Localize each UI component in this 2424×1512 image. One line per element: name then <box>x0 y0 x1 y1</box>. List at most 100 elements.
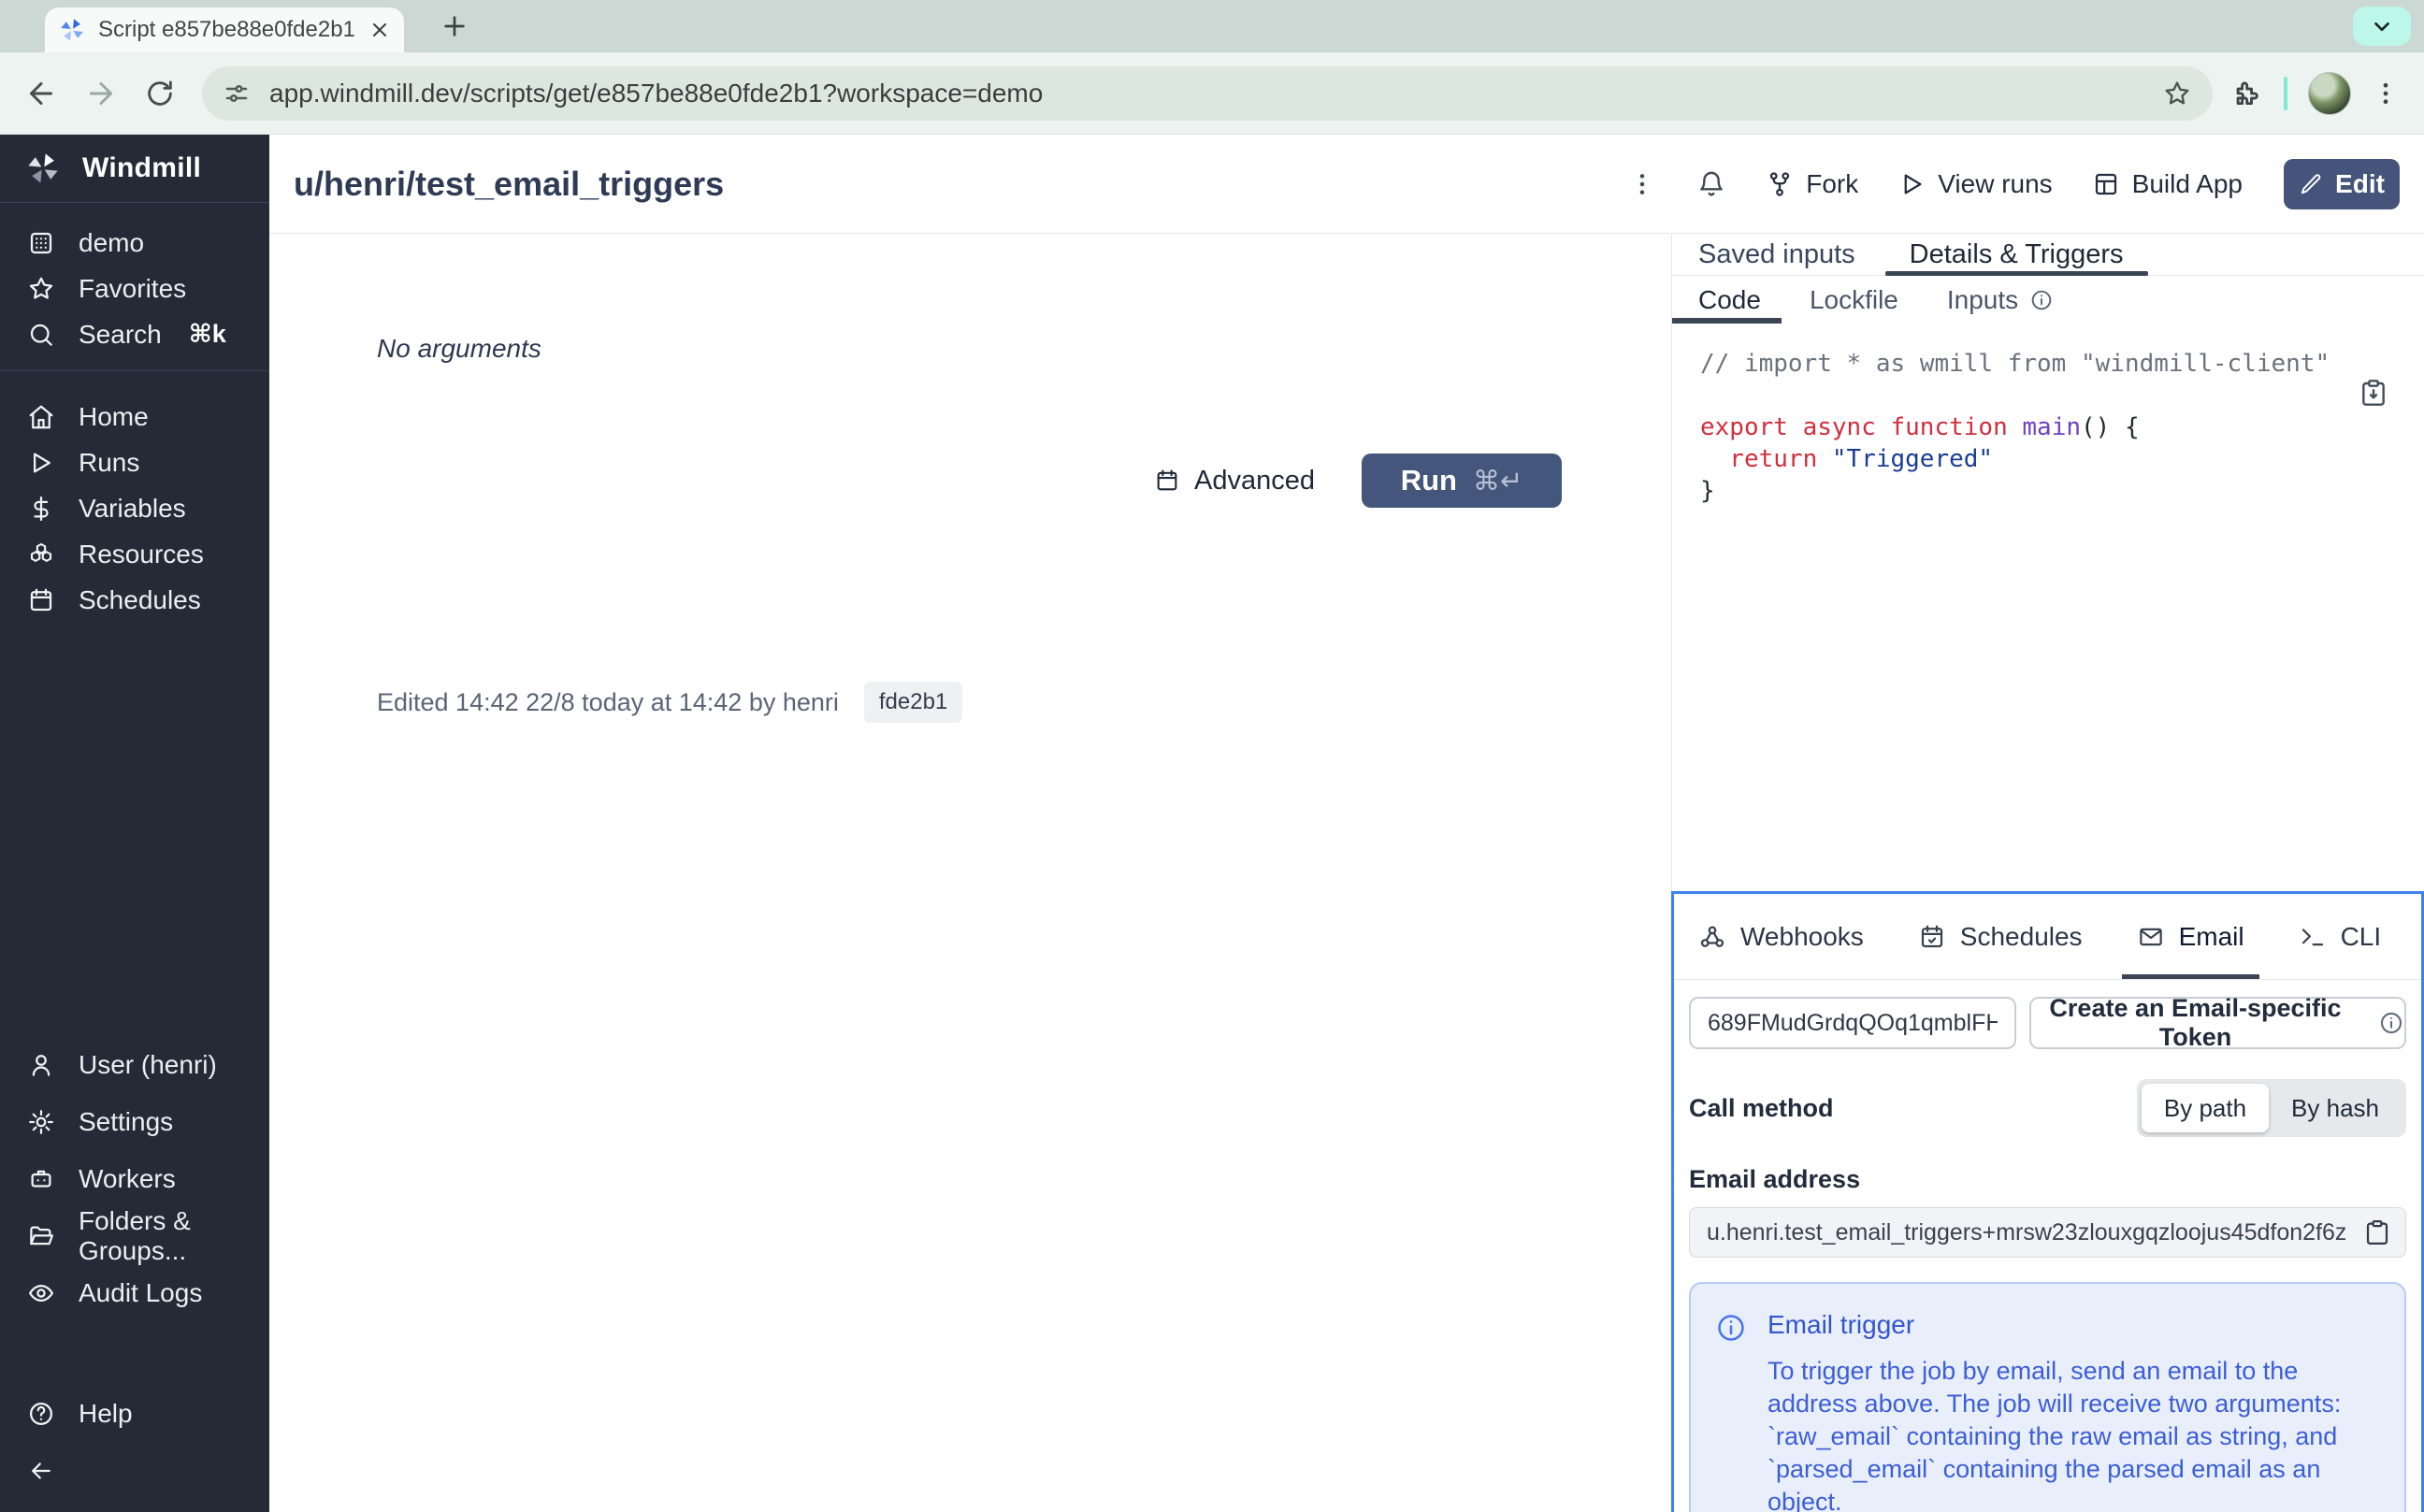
tab-email-trigger[interactable]: Email <box>2137 894 2244 979</box>
sidebar-item-label: Workers <box>79 1164 176 1194</box>
windmill-logo-icon <box>24 150 62 187</box>
tab-webhooks[interactable]: Webhooks <box>1698 894 1864 979</box>
more-menu-icon[interactable] <box>1627 169 1657 199</box>
reload-icon[interactable] <box>144 78 176 109</box>
forward-icon[interactable] <box>84 77 118 110</box>
bookmark-star-icon[interactable] <box>2162 79 2192 108</box>
sidebar-item-label: Folders & Groups... <box>79 1206 242 1266</box>
subtab-inputs[interactable]: Inputs <box>1947 276 2054 324</box>
help-icon <box>27 1400 55 1428</box>
webhook-icon <box>1698 923 1726 951</box>
sidebar-item-schedules[interactable]: Schedules <box>0 577 269 623</box>
new-tab-icon[interactable] <box>440 11 469 41</box>
sidebar-brand[interactable]: Windmill <box>0 135 269 203</box>
call-method-toggle: By path By hash <box>2137 1079 2406 1137</box>
sidebar-item-label: Resources <box>79 540 204 569</box>
run-button[interactable]: Run ⌘↵ <box>1362 454 1562 508</box>
copy-email-icon[interactable] <box>2363 1218 2391 1246</box>
page-title: u/henri/test_email_triggers <box>294 165 724 204</box>
sidebar-item-folders-groups[interactable]: Folders & Groups... <box>0 1207 269 1264</box>
mail-icon <box>2137 923 2165 951</box>
tab-cli[interactable]: CLI <box>2299 894 2382 979</box>
pencil-icon <box>2299 172 2323 196</box>
browser-tab-strip: Script e857be88e0fde2b1 | W <box>0 0 2424 52</box>
run-label: Run <box>1401 464 1457 497</box>
browser-menu-icon[interactable] <box>2372 79 2400 108</box>
sidebar-item-variables[interactable]: Variables <box>0 485 269 531</box>
advanced-button[interactable]: Advanced <box>1154 466 1315 497</box>
sidebar-item-runs[interactable]: Runs <box>0 439 269 485</box>
token-input[interactable] <box>1689 997 2016 1049</box>
tab-close-icon[interactable] <box>368 19 391 41</box>
tab-schedules-trigger[interactable]: Schedules <box>1918 894 2083 979</box>
sidebar-item-user[interactable]: User (henri) <box>0 1036 269 1093</box>
build-app-button[interactable]: Build App <box>2092 169 2243 199</box>
script-header: u/henri/test_email_triggers Fork View ru… <box>269 135 2424 234</box>
triggers-panel: Webhooks Schedules Email CLI Create an E… <box>1671 891 2424 1512</box>
sidebar-item-label: Runs <box>79 448 139 478</box>
sidebar-nav-group: Home Runs Variables Resources Schedules <box>0 370 269 636</box>
trigger-tab-label: Schedules <box>1960 922 2083 952</box>
create-email-token-button[interactable]: Create an Email-specific Token <box>2029 997 2406 1049</box>
sidebar-item-resources[interactable]: Resources <box>0 531 269 577</box>
build-app-label: Build App <box>2132 169 2243 199</box>
call-method-label: Call method <box>1689 1094 1834 1123</box>
view-runs-button[interactable]: View runs <box>1897 169 2052 199</box>
browser-tab[interactable]: Script e857be88e0fde2b1 | W <box>45 7 404 52</box>
sidebar-item-label: Audit Logs <box>79 1278 202 1308</box>
sidebar-item-audit-logs[interactable]: Audit Logs <box>0 1264 269 1321</box>
by-path-label: By path <box>2164 1094 2246 1123</box>
sidebar-item-label: Variables <box>79 494 186 524</box>
star-icon <box>27 275 55 303</box>
sidebar-item-label: User (henri) <box>79 1050 217 1080</box>
run-shortcut: ⌘↵ <box>1473 465 1522 497</box>
advanced-label: Advanced <box>1194 466 1315 497</box>
email-address-input[interactable] <box>1689 1207 2406 1258</box>
subtab-code[interactable]: Code <box>1698 276 1761 324</box>
subtab-lockfile[interactable]: Lockfile <box>1810 276 1898 324</box>
sidebar-item-workspace[interactable]: demo <box>0 220 269 266</box>
trigger-tab-label: CLI <box>2341 922 2382 952</box>
email-trigger-info-box: Email trigger To trigger the job by emai… <box>1689 1282 2406 1512</box>
by-path-option[interactable]: By path <box>2142 1084 2269 1132</box>
extensions-puzzle-icon[interactable] <box>2231 78 2263 109</box>
bell-icon[interactable] <box>1696 169 1726 199</box>
tab-saved-inputs[interactable]: Saved inputs <box>1698 235 1855 275</box>
copy-code-icon[interactable] <box>2359 378 2388 408</box>
address-bar[interactable]: app.windmill.dev/scripts/get/e857be88e0f… <box>202 66 2213 121</box>
code-function-name: main <box>2022 413 2081 441</box>
sidebar-item-label: Search <box>79 320 162 350</box>
tab-search-chevron-button[interactable] <box>2353 7 2411 46</box>
code-plain: } <box>1700 477 1715 505</box>
folder-open-icon <box>27 1222 55 1250</box>
code-keyword: return <box>1700 445 1832 473</box>
details-tabs: Saved inputs Details & Triggers <box>1672 235 2424 276</box>
git-fork-icon <box>1766 170 1794 198</box>
edit-button[interactable]: Edit <box>2284 159 2400 209</box>
back-icon[interactable] <box>24 77 58 110</box>
site-settings-icon[interactable] <box>223 79 251 108</box>
trigger-tab-label: Email <box>2179 922 2244 952</box>
by-hash-option[interactable]: By hash <box>2269 1084 2402 1132</box>
calendar-check-icon <box>1918 923 1946 951</box>
fork-button[interactable]: Fork <box>1766 169 1858 199</box>
sidebar-item-workers[interactable]: Workers <box>0 1150 269 1207</box>
sidebar-item-favorites[interactable]: Favorites <box>0 266 269 311</box>
windmill-favicon-icon <box>58 16 86 44</box>
sidebar-collapse-button[interactable] <box>0 1442 269 1499</box>
sidebar-item-search[interactable]: Search ⌘k <box>0 311 269 357</box>
sidebar-item-help[interactable]: Help <box>0 1385 269 1442</box>
trigger-tabs: Webhooks Schedules Email CLI <box>1674 894 2421 980</box>
sidebar-item-settings[interactable]: Settings <box>0 1093 269 1150</box>
sidebar: Windmill demo Favorites Search ⌘k <box>0 135 269 1512</box>
workspace-grid-icon <box>27 229 55 257</box>
sidebar-item-label: Schedules <box>79 585 201 615</box>
script-hash-badge[interactable]: fde2b1 <box>864 682 962 723</box>
url-text[interactable]: app.windmill.dev/scripts/get/e857be88e0f… <box>269 79 2143 108</box>
sidebar-item-label: Home <box>79 402 149 432</box>
tab-details-triggers[interactable]: Details & Triggers <box>1910 235 2124 275</box>
profile-avatar[interactable] <box>2308 72 2351 115</box>
sidebar-item-home[interactable]: Home <box>0 394 269 439</box>
create-email-token-label: Create an Email-specific Token <box>2031 994 2359 1052</box>
code-plain: () { <box>2081 413 2140 441</box>
